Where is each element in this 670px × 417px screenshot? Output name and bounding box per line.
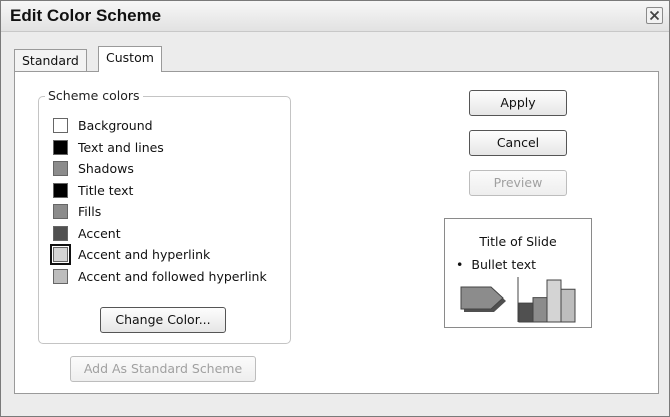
color-swatch[interactable] bbox=[53, 225, 68, 241]
color-swatch[interactable] bbox=[53, 204, 68, 219]
color-swatch[interactable] bbox=[53, 118, 68, 133]
preview-bar bbox=[546, 279, 562, 323]
preview-bullet-text: Bullet text bbox=[471, 257, 537, 272]
color-swatch[interactable] bbox=[53, 161, 68, 176]
color-label: Shadows bbox=[78, 161, 134, 176]
preview-bullet-line: • Bullet text bbox=[456, 257, 536, 272]
custom-tab-panel: Scheme colors Background Text and lines Sh… bbox=[14, 71, 659, 394]
tab-standard[interactable]: Standard bbox=[14, 49, 87, 72]
add-as-standard-scheme-button[interactable]: Add As Standard Scheme bbox=[70, 356, 256, 382]
preview-slide-title: Title of Slide bbox=[479, 234, 557, 249]
color-label: Text and lines bbox=[78, 139, 164, 155]
preview-bars bbox=[518, 279, 576, 323]
color-swatch[interactable] bbox=[50, 244, 71, 265]
tab-custom[interactable]: Custom bbox=[98, 46, 162, 72]
cancel-button[interactable]: Cancel bbox=[469, 130, 567, 156]
color-label: Background bbox=[78, 118, 153, 133]
color-label: Fills bbox=[78, 204, 102, 219]
color-swatch[interactable] bbox=[53, 139, 68, 155]
preview-bar bbox=[518, 302, 534, 323]
slide-preview: Title of Slide • Bullet text bbox=[444, 218, 592, 328]
change-color-button[interactable]: Change Color... bbox=[100, 307, 226, 333]
scheme-colors-legend: Scheme colors bbox=[45, 88, 143, 103]
color-label: Accent and hyperlink bbox=[78, 247, 211, 262]
preview-bar bbox=[532, 297, 548, 323]
title-bar: Edit Color Scheme bbox=[1, 1, 669, 32]
preview-bar bbox=[560, 288, 576, 323]
color-swatch[interactable] bbox=[53, 268, 68, 284]
preview-graphics bbox=[460, 277, 576, 323]
bullet-marker: • bbox=[456, 257, 464, 272]
preview-button[interactable]: Preview bbox=[469, 170, 567, 196]
color-label: Title text bbox=[78, 182, 134, 198]
close-button[interactable] bbox=[646, 7, 663, 24]
color-label: Accent bbox=[78, 225, 121, 241]
scheme-colors-group: Scheme colors Background Text and lines Sh… bbox=[38, 88, 291, 344]
close-icon bbox=[649, 10, 660, 21]
apply-button[interactable]: Apply bbox=[469, 90, 567, 116]
color-swatch[interactable] bbox=[53, 182, 68, 198]
dialog-title: Edit Color Scheme bbox=[10, 6, 162, 25]
color-label: Accent and followed hyperlink bbox=[78, 268, 267, 284]
edit-color-scheme-dialog: Edit Color Scheme Standard Custom Scheme… bbox=[0, 0, 670, 417]
